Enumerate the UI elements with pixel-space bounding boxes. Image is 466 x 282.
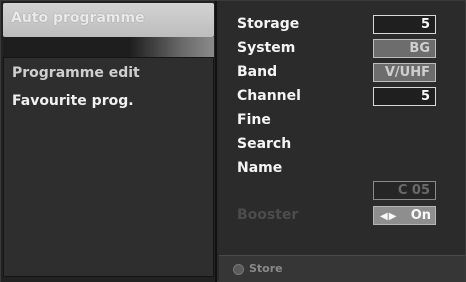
system-label: System (237, 40, 296, 56)
channel-value[interactable]: 5 (373, 87, 436, 106)
band-value[interactable]: V/UHF (373, 63, 436, 82)
ok-button-icon (233, 264, 244, 275)
menu-item-programme-edit[interactable]: Programme edit (12, 65, 140, 81)
menu-item-auto-programme[interactable]: Auto programme (3, 3, 214, 37)
store-button[interactable]: Store (249, 262, 283, 275)
menu-item-favourite-prog[interactable]: Favourite prog. (12, 93, 134, 109)
booster-toggle[interactable]: ◀▶ On (373, 206, 436, 225)
footer-bar: Store (219, 255, 465, 282)
name-label: Name (237, 160, 283, 176)
booster-value: On (410, 208, 431, 223)
name-value[interactable]: C 05 (373, 181, 436, 200)
menu-item-auto-programme-label: Auto programme (11, 10, 145, 26)
booster-label: Booster (237, 207, 299, 223)
left-right-arrows-icon: ◀▶ (380, 211, 398, 222)
storage-label: Storage (237, 16, 300, 32)
settings-panel: Storage 5 System BG Band V/UHF Channel 5… (219, 1, 465, 282)
left-menu-panel: Auto programme Programme edit Favourite … (1, 1, 217, 282)
band-label: Band (237, 64, 278, 80)
search-label[interactable]: Search (237, 136, 291, 152)
menu-shade-divider (3, 37, 214, 57)
tv-menu-screen: Auto programme Programme edit Favourite … (0, 0, 466, 282)
fine-label[interactable]: Fine (237, 112, 271, 128)
system-value[interactable]: BG (373, 39, 436, 58)
channel-label: Channel (237, 88, 301, 104)
menu-list: Programme edit Favourite prog. (3, 57, 214, 277)
storage-value[interactable]: 5 (373, 15, 436, 34)
